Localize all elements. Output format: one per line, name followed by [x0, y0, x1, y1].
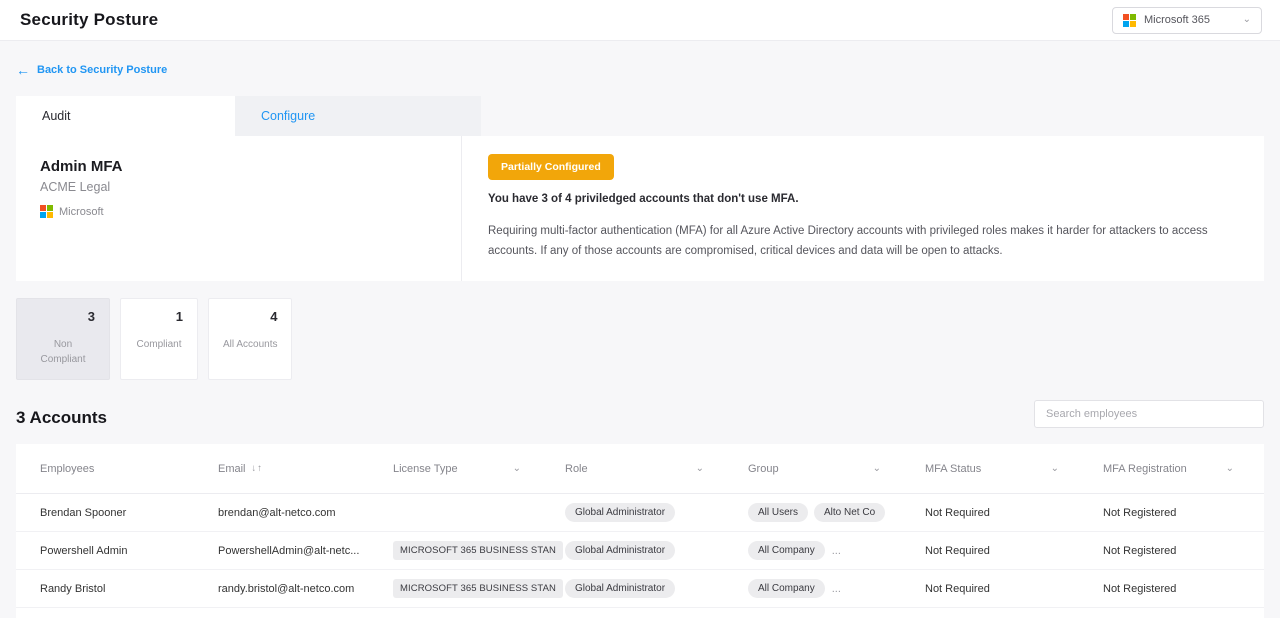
chevron-down-icon: ⌄ [1243, 15, 1251, 25]
sort-icons[interactable]: ↓↑ [252, 463, 264, 474]
mfa-status-cell: Not Required [925, 545, 1103, 557]
search-input[interactable] [1034, 400, 1264, 428]
license-type-cell: MICROSOFT 365 BUSINESS STAN [393, 579, 565, 598]
more-groups-indicator: ... [832, 583, 841, 595]
chevron-down-icon[interactable]: ⌄ [873, 463, 881, 474]
mfa-registration-cell: Not Registered [1103, 507, 1264, 519]
stat-card-all-accounts[interactable]: 4 All Accounts [208, 298, 292, 380]
chevron-down-icon[interactable]: ⌄ [696, 463, 704, 474]
tabs: Audit Configure [16, 96, 1264, 136]
email-cell: brendan@alt-netco.com [218, 507, 393, 519]
chevron-down-icon[interactable]: ⌄ [513, 463, 521, 474]
mfa-status-cell: Not Required [925, 507, 1103, 519]
column-label: MFA Status [925, 463, 981, 475]
more-groups-indicator: ... [832, 545, 841, 557]
license-pill: MICROSOFT 365 BUSINESS STAN [393, 579, 563, 598]
page-title: Security Posture [20, 10, 158, 30]
group-cell: All Company ... [748, 579, 925, 598]
tab-audit[interactable]: Audit [16, 96, 235, 136]
group-pill: Alto Net Co [814, 503, 885, 522]
column-label: Email [218, 463, 246, 475]
stat-value: 4 [223, 309, 277, 324]
security-posture-page: Security Posture Microsoft 365 ⌄ ← Back … [0, 0, 1280, 618]
role-cell: Global Administrator [565, 579, 748, 598]
tenant-selector-label: Microsoft 365 [1144, 14, 1235, 26]
table-row[interactable]: Powershell Admin PowershellAdmin@alt-net… [16, 532, 1264, 570]
group-cell: All Company ... [748, 541, 925, 560]
stat-cards: 3 Non Compliant 1 Compliant 4 All Accoun… [16, 298, 1264, 380]
sort-asc-icon[interactable]: ↑ [257, 463, 263, 474]
mfa-status-cell: Not Required [925, 583, 1103, 595]
chevron-down-icon[interactable]: ⌄ [1051, 463, 1059, 474]
status-badge: Partially Configured [488, 154, 614, 180]
audit-description-text: Requiring multi-factor authentication (M… [488, 222, 1238, 261]
column-header-license-type[interactable]: License Type ⌄ [393, 463, 565, 475]
role-cell: Global Administrator [565, 503, 748, 522]
content-area: ← Back to Security Posture Audit Configu… [0, 41, 1280, 618]
chevron-down-icon[interactable]: ⌄ [1226, 463, 1234, 474]
mfa-registration-cell: Not Registered [1103, 545, 1264, 557]
stat-label: All Accounts [223, 337, 277, 352]
column-header-mfa-registration[interactable]: MFA Registration ⌄ [1103, 463, 1264, 475]
column-label: Group [748, 463, 779, 475]
column-label: Role [565, 463, 588, 475]
column-header-email[interactable]: Email ↓↑ [218, 463, 393, 475]
column-header-mfa-status[interactable]: MFA Status ⌄ [925, 463, 1103, 475]
stat-card-non-compliant[interactable]: 3 Non Compliant [16, 298, 110, 380]
column-header-group[interactable]: Group ⌄ [748, 463, 925, 475]
audit-summary-panel: Admin MFA ACME Legal Microsoft [16, 136, 461, 281]
license-pill: MICROSOFT 365 BUSINESS STAN [393, 541, 563, 560]
audit-summary-text: You have 3 of 4 priviledged accounts tha… [488, 193, 1238, 205]
audit-detail-card: Admin MFA ACME Legal Microsoft Partially… [16, 136, 1264, 281]
audit-title: Admin MFA [40, 158, 437, 175]
microsoft-logo-icon [1123, 14, 1136, 27]
table-row[interactable]: Randy Bristol randy.bristol@alt-netco.co… [16, 570, 1264, 608]
company-name: ACME Legal [40, 180, 437, 194]
stat-value: 1 [135, 309, 183, 324]
stat-label: Non Compliant [31, 337, 95, 367]
email-cell: PowershellAdmin@alt-netc... [218, 545, 393, 557]
stat-card-compliant[interactable]: 1 Compliant [120, 298, 198, 380]
provider: Microsoft [40, 205, 437, 218]
stat-label: Compliant [135, 337, 183, 352]
role-pill: Global Administrator [565, 541, 675, 560]
group-pill: All Users [748, 503, 808, 522]
column-label: License Type [393, 463, 458, 475]
accounts-table: Employees Email ↓↑ License Type ⌄ Role ⌄… [16, 444, 1264, 618]
microsoft-logo-icon [40, 205, 53, 218]
tab-configure[interactable]: Configure [235, 96, 481, 136]
employee-name-cell: Randy Bristol [40, 583, 218, 595]
column-label: Employees [40, 463, 94, 475]
top-bar: Security Posture Microsoft 365 ⌄ [0, 0, 1280, 41]
column-header-role[interactable]: Role ⌄ [565, 463, 748, 475]
accounts-header: 3 Accounts [16, 400, 1264, 428]
email-cell: randy.bristol@alt-netco.com [218, 583, 393, 595]
role-cell: Global Administrator [565, 541, 748, 560]
role-pill: Global Administrator [565, 579, 675, 598]
provider-label: Microsoft [59, 206, 104, 218]
group-pill: All Company [748, 541, 825, 560]
accounts-count-title: 3 Accounts [16, 408, 107, 428]
tenant-selector[interactable]: Microsoft 365 ⌄ [1112, 7, 1262, 34]
table-row[interactable]: Brendan Spooner brendan@alt-netco.com Gl… [16, 494, 1264, 532]
back-arrow-icon: ← [16, 63, 30, 77]
employee-name-cell: Brendan Spooner [40, 507, 218, 519]
mfa-registration-cell: Not Registered [1103, 583, 1264, 595]
role-pill: Global Administrator [565, 503, 675, 522]
group-cell: All Users Alto Net Co [748, 503, 925, 522]
license-type-cell: MICROSOFT 365 BUSINESS STAN [393, 541, 565, 560]
back-link[interactable]: ← Back to Security Posture [16, 63, 167, 77]
table-header-row: Employees Email ↓↑ License Type ⌄ Role ⌄… [16, 444, 1264, 494]
employee-name-cell: Powershell Admin [40, 545, 218, 557]
column-label: MFA Registration [1103, 463, 1187, 475]
stat-value: 3 [31, 309, 95, 324]
column-header-employees: Employees [40, 463, 218, 475]
audit-description-panel: Partially Configured You have 3 of 4 pri… [462, 136, 1264, 281]
group-pill: All Company [748, 579, 825, 598]
back-link-label: Back to Security Posture [37, 64, 167, 76]
